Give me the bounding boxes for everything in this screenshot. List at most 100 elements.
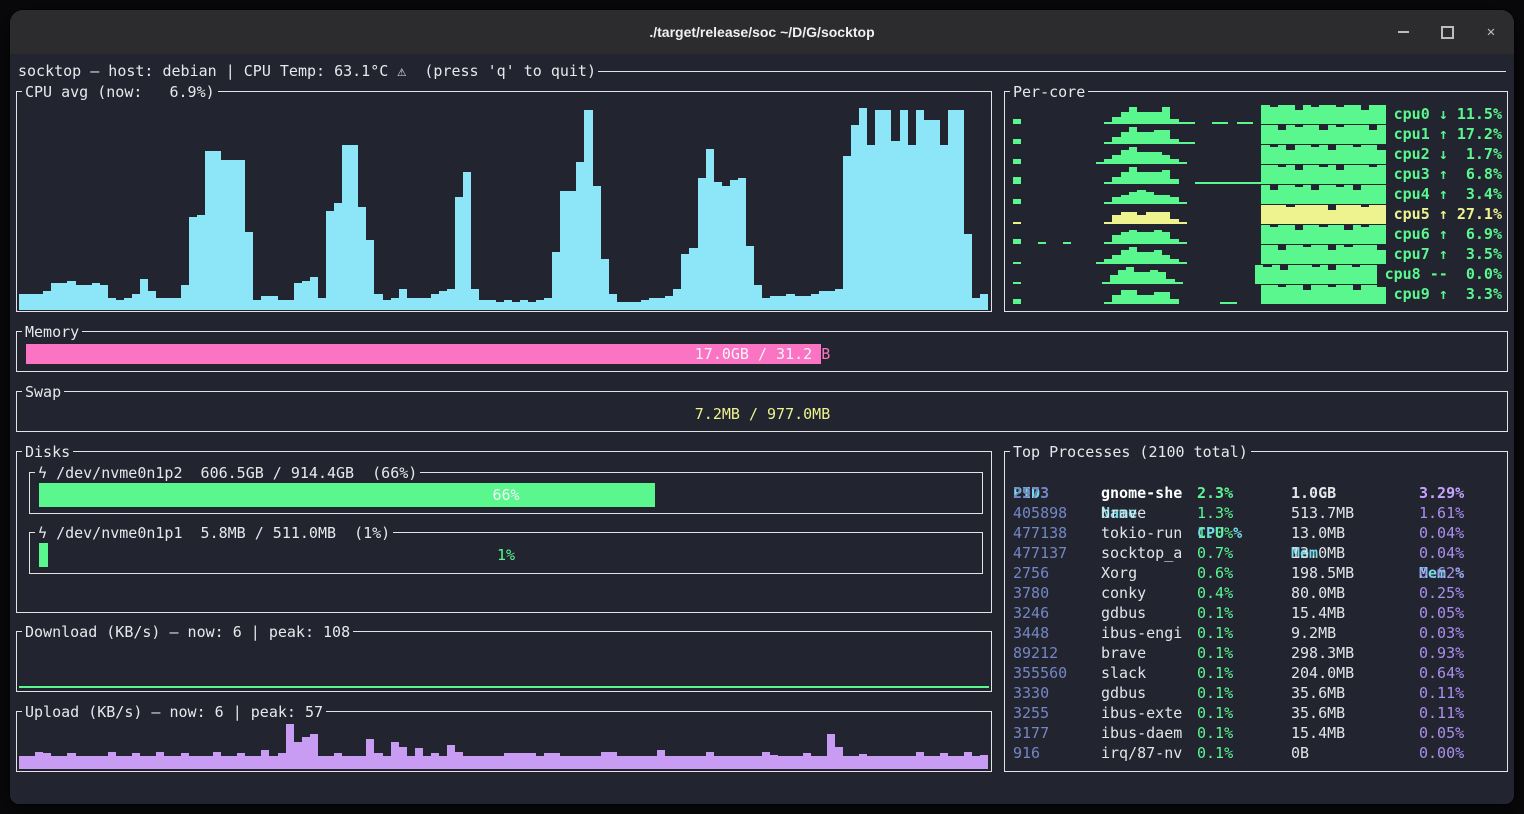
bar: [1328, 185, 1336, 204]
disk-partition-0: ϟ /dev/nvme0n1p2 606.5GB / 914.4GB (66%)…: [29, 472, 983, 514]
bar: [1162, 170, 1170, 184]
bar: [59, 283, 67, 310]
process-row-3255[interactable]: 3255ibus-exte0.1%35.6MB0.11%: [1005, 703, 1507, 723]
status-header: socktop — host: debian | CPU Temp: 63.1°…: [18, 61, 1506, 81]
bar: [1353, 205, 1361, 224]
bar: [326, 756, 334, 769]
bar: [948, 756, 956, 769]
bar: [900, 756, 908, 769]
bar: [1328, 250, 1336, 264]
bar: [1336, 170, 1344, 184]
bar: [156, 298, 164, 310]
bar: [100, 285, 108, 310]
bar: [544, 753, 552, 769]
process-row-3177[interactable]: 3177ibus-daem0.1%15.4MB0.05%: [1005, 723, 1507, 743]
bar: [1278, 185, 1286, 204]
bar: [1312, 267, 1320, 284]
bar: [504, 300, 512, 310]
bar: [859, 754, 867, 769]
disk-0-gauge-label: 66%: [39, 483, 973, 507]
bar: [1154, 112, 1162, 124]
bar: [1162, 155, 1170, 165]
process-row-3780[interactable]: 3780conky0.4%80.0MB0.25%: [1005, 583, 1507, 603]
bar: [795, 756, 803, 769]
process-row-477137[interactable]: 477137socktop_a0.7%13.0MB0.04%: [1005, 543, 1507, 563]
bar: [867, 145, 875, 310]
bar: [1112, 177, 1120, 184]
mem: 13.0MB: [1291, 543, 1345, 563]
bar: [843, 756, 851, 769]
bar: [1369, 105, 1377, 124]
cpu7-sparkline: [1013, 245, 1386, 264]
bar: [980, 755, 988, 769]
bar: [1311, 107, 1319, 124]
bar: [278, 300, 286, 310]
bar: [730, 180, 738, 310]
bar: [1319, 145, 1327, 164]
name: irq/87-nv: [1101, 743, 1182, 763]
bar: [374, 294, 382, 310]
bar: [342, 145, 350, 310]
titlebar[interactable]: ./target/release/soc ~/D/G/socktop ✕: [10, 10, 1514, 54]
close-button[interactable]: ✕: [1484, 25, 1498, 39]
bar: [1288, 265, 1296, 284]
process-row-89212[interactable]: 89212brave0.1%298.3MB0.93%: [1005, 643, 1507, 663]
core-row-cpu3: cpu3 ↑ 6.8%: [1013, 164, 1502, 184]
bar: [1369, 145, 1377, 164]
process-row-2756[interactable]: 2756Xorg0.6%198.5MB0.62%: [1005, 563, 1507, 583]
bar: [819, 756, 827, 769]
bar: [407, 298, 415, 310]
bar: [1112, 215, 1120, 225]
bar: [92, 283, 100, 310]
bar: [1261, 225, 1269, 244]
bar: [1377, 165, 1385, 184]
bar: [164, 756, 172, 769]
cpu0-sparkline: [1013, 105, 1386, 124]
bar: [1278, 205, 1286, 224]
bar: [665, 756, 673, 769]
bar: [1146, 192, 1154, 204]
bar: [51, 283, 59, 310]
bar: [245, 756, 253, 769]
cpu-pct: 0.1%: [1197, 663, 1233, 683]
bar: [1278, 145, 1286, 164]
bar: [811, 756, 819, 769]
process-row-3330[interactable]: 3330gdbus0.1%35.6MB0.11%: [1005, 683, 1507, 703]
bar: [172, 756, 180, 769]
process-row-3448[interactable]: 3448ibus-engi0.1%9.2MB0.03%: [1005, 623, 1507, 643]
name: ibus-daem: [1101, 723, 1182, 743]
bar: [1112, 235, 1120, 245]
process-row-916[interactable]: 916irq/87-nv0.1%0B0.00%: [1005, 743, 1507, 763]
maximize-button[interactable]: [1440, 25, 1454, 39]
bar: [269, 756, 277, 769]
process-row-405898[interactable]: 405898brave1.3%513.7MB1.61%: [1005, 503, 1507, 523]
bar: [1353, 245, 1361, 264]
bar: [1303, 225, 1311, 244]
bar: [1270, 107, 1278, 124]
bar: [1295, 285, 1303, 304]
bar: [706, 149, 714, 310]
bar: [205, 756, 213, 769]
bar: [778, 296, 786, 310]
bar: [851, 756, 859, 769]
cpu9-sparkline: [1013, 285, 1386, 304]
bar: [1353, 105, 1361, 124]
disk-icon: ϟ: [38, 524, 47, 542]
process-row-3246[interactable]: 3246gdbus0.1%15.4MB0.05%: [1005, 603, 1507, 623]
bar: [1295, 170, 1303, 184]
bar: [213, 752, 221, 769]
bar: [43, 753, 51, 769]
bar: [1278, 225, 1286, 244]
bar: [1328, 225, 1336, 244]
terminal-window: ./target/release/soc ~/D/G/socktop ✕ soc…: [10, 10, 1514, 804]
cpu-pct: 1.3%: [1197, 503, 1233, 523]
mem: 15.4MB: [1291, 723, 1345, 743]
bar: [1263, 267, 1271, 284]
process-row-477138[interactable]: 477138tokio-run1.0%13.0MB0.04%: [1005, 523, 1507, 543]
process-row-355560[interactable]: 355560slack0.1%204.0MB0.64%: [1005, 663, 1507, 683]
minimize-button[interactable]: [1396, 25, 1410, 39]
bar: [108, 752, 116, 769]
bar: [1170, 299, 1178, 304]
memory-used-total: 17.0GB / 31.2: [695, 345, 812, 363]
process-row-2973[interactable]: 2973gnome-she2.3%1.0GB3.29%: [1005, 483, 1507, 503]
